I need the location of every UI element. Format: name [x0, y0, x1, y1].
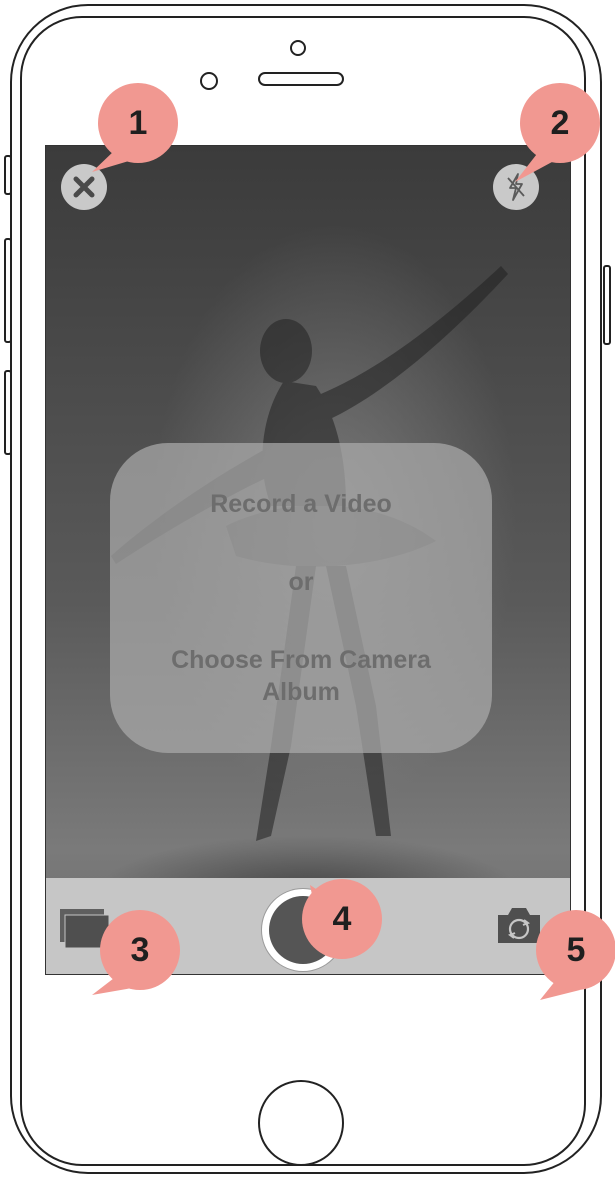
proximity-sensor — [290, 40, 306, 56]
prompt-subtitle: Choose From Camera Album — [171, 646, 431, 706]
annotation-label-2: 2 — [550, 103, 570, 142]
silent-switch — [4, 155, 12, 195]
annotation-marker-5: 5 — [536, 910, 615, 990]
earpiece-speaker — [258, 72, 344, 86]
annotation-marker-1: 1 — [98, 83, 178, 163]
annotation-label-4: 4 — [332, 899, 352, 938]
annotation-marker-2: 2 — [520, 83, 600, 163]
front-camera — [200, 72, 218, 90]
annotation-marker-4: 4 — [302, 879, 382, 959]
home-button[interactable] — [258, 1080, 344, 1166]
prompt-separator: or — [288, 568, 314, 596]
close-button[interactable] — [61, 164, 107, 210]
volume-down-button — [4, 370, 12, 455]
flash-toggle-button[interactable] — [493, 164, 539, 210]
flash-off-icon — [507, 173, 525, 201]
power-button — [603, 265, 611, 345]
volume-up-button — [4, 238, 12, 343]
annotation-marker-3: 3 — [100, 910, 180, 990]
prompt-title: Record a Video — [210, 490, 392, 518]
record-or-choose-prompt: Record a Video or Choose From Camera Alb… — [110, 443, 492, 753]
camera-screen: Record a Video or Choose From Camera Alb… — [45, 145, 571, 975]
annotation-label-5: 5 — [566, 930, 586, 969]
annotation-label-3: 3 — [130, 930, 150, 969]
annotation-label-1: 1 — [128, 103, 148, 142]
close-icon — [73, 176, 95, 198]
